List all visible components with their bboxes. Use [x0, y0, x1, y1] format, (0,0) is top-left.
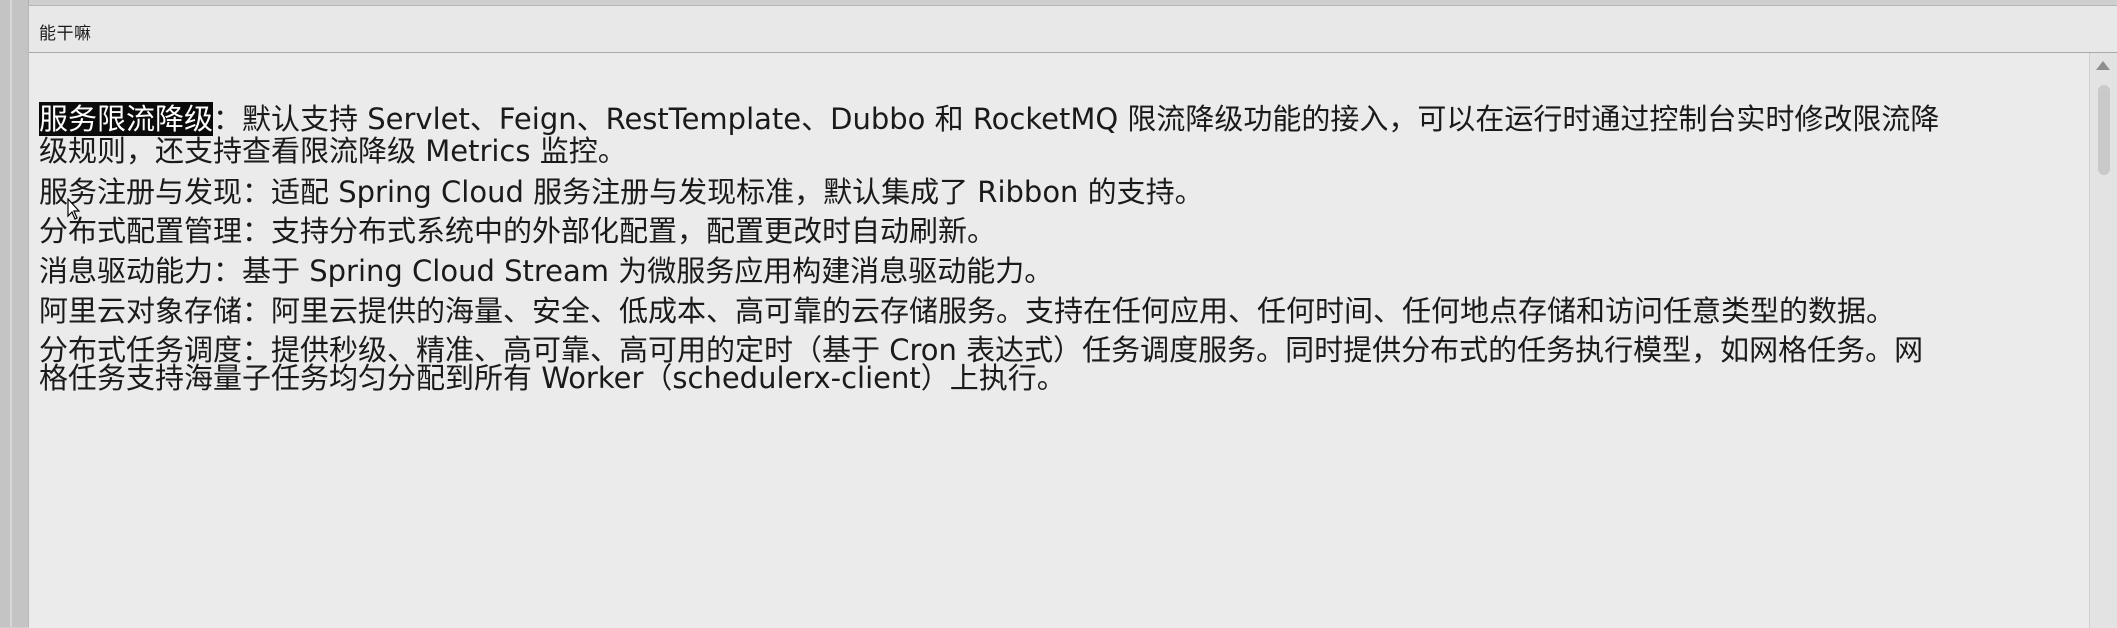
feature-line: 格任务支持海量子任务均匀分配到所有 Worker（schedulerx-clie… [39, 361, 1066, 395]
title-bar[interactable]: 能干嘛 [29, 6, 2117, 53]
feature-line: 分布式配置管理：支持分布式系统中的外部化配置，配置更改时自动刷新。 [39, 214, 997, 248]
text-content[interactable]: 服务限流降级：默认支持 Servlet、Feign、RestTemplate、D… [29, 53, 2089, 628]
feature-line: 消息驱动能力：基于 Spring Cloud Stream 为微服务应用构建消息… [39, 254, 1054, 288]
feature-line: 级规则，还支持查看限流降级 Metrics 监控。 [39, 134, 627, 168]
feature-line: 服务注册与发现：适配 Spring Cloud 服务注册与发现标准，默认集成了 … [39, 175, 1204, 209]
mouse-cursor-icon [67, 198, 81, 220]
feature-line: 阿里云对象存储：阿里云提供的海量、安全、低成本、高可靠的云存储服务。支持在任何应… [39, 294, 1896, 328]
left-border-line [10, 0, 12, 627]
scroll-up-arrow-icon[interactable] [2096, 61, 2110, 70]
window-title: 能干嘛 [39, 24, 92, 44]
text-window: 能干嘛 服务限流降级：默认支持 Servlet、Feign、RestTempla… [28, 5, 2117, 628]
left-border-strip [0, 0, 29, 627]
scroll-thumb[interactable] [2098, 85, 2110, 175]
vertical-scrollbar[interactable] [2089, 53, 2117, 628]
